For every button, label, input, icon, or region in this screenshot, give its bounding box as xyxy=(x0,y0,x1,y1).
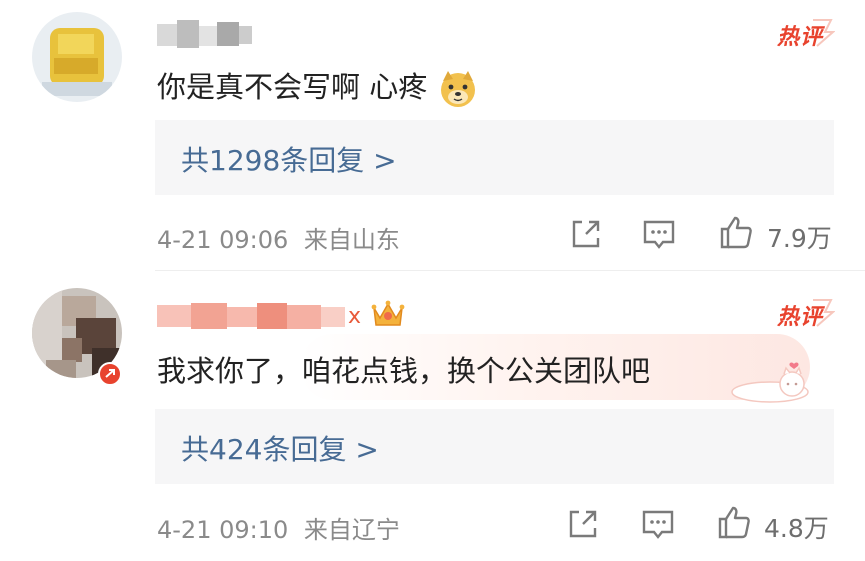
comment-text: 我求你了，咱花点钱，换个公关团队吧 xyxy=(157,354,651,388)
location: 来自山东 xyxy=(303,226,400,254)
like-count: 4.8万 xyxy=(764,514,829,543)
comment-meta: 4-21 09:06 来自山东 xyxy=(157,220,400,255)
like-icon[interactable] xyxy=(718,214,754,250)
comment-icon[interactable] xyxy=(640,506,676,542)
like-count: 7.9万 xyxy=(767,224,832,253)
username-blurred[interactable] xyxy=(157,20,252,50)
hot-comment-badge: 热评 xyxy=(773,18,835,50)
cat-sticker-icon xyxy=(731,362,809,403)
comment-icon[interactable] xyxy=(641,216,677,252)
location: 来自辽宁 xyxy=(303,516,400,544)
comment-card: x 热评 我求你了，咱花点钱，换个公关团队吧 共424条回复 > 4-21 09… xyxy=(0,270,865,561)
verified-badge-icon xyxy=(98,362,122,386)
view-replies-button[interactable]: 共1298条回复 > xyxy=(155,120,834,195)
like-icon[interactable] xyxy=(716,504,752,540)
timestamp: 4-21 09:06 xyxy=(157,226,289,254)
crown-icon xyxy=(371,300,405,326)
share-icon[interactable] xyxy=(568,216,604,252)
timestamp: 4-21 09:10 xyxy=(157,516,289,544)
avatar[interactable] xyxy=(32,12,122,102)
username-suffix: x xyxy=(348,304,362,329)
comment-meta: 4-21 09:10 来自辽宁 xyxy=(157,510,400,545)
view-replies-button[interactable]: 共424条回复 > xyxy=(155,409,834,484)
share-icon[interactable] xyxy=(565,506,601,542)
comment-text: 你是真不会写啊 心疼 xyxy=(157,64,478,109)
hot-comment-badge: 热评 xyxy=(773,298,835,330)
comment-card: 热评 你是真不会写啊 心疼 共1298条回复 > 4-21 09:06 来自山东… xyxy=(0,0,865,270)
username-blurred[interactable] xyxy=(157,301,345,331)
doge-emoji xyxy=(441,71,476,107)
